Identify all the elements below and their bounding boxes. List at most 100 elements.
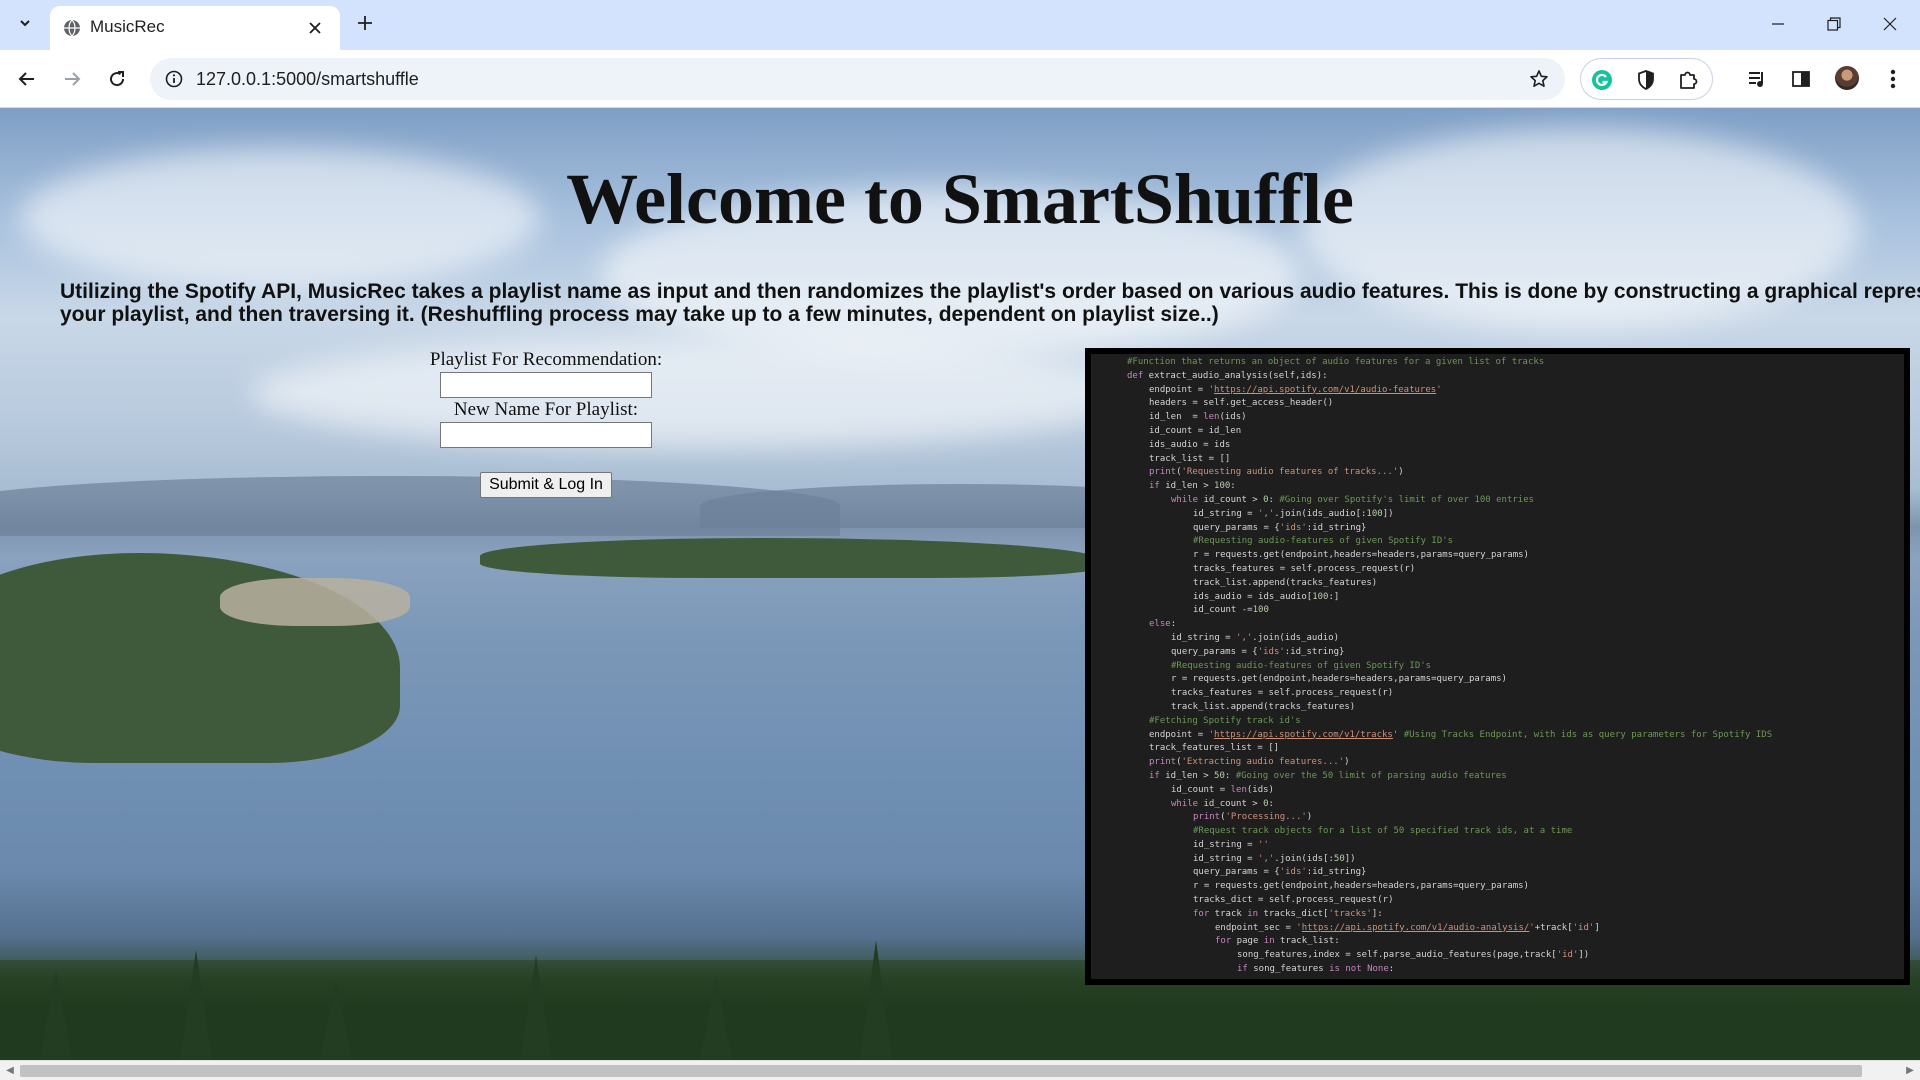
submit-login-button[interactable]: Submit & Log In <box>480 472 612 498</box>
restore-icon <box>1827 17 1841 31</box>
code-line: headers = self.get_access_header() <box>1149 398 1334 409</box>
background-tree <box>320 980 352 1060</box>
code-line: id_count = id_len <box>1149 425 1242 436</box>
code-line: id_string = ','.join(ids[:50]) <box>1193 853 1356 864</box>
close-icon[interactable] <box>302 15 328 41</box>
new-name-label: New Name For Playlist: <box>453 399 639 420</box>
playlist-form: Playlist For Recommendation: New Name Fo… <box>410 348 682 498</box>
code-line: else: <box>1149 619 1177 630</box>
code-line: track_list = [] <box>1149 453 1231 464</box>
code-line: if id_len > 50: #Going over the 50 limit… <box>1149 770 1507 781</box>
background-tree <box>40 970 72 1060</box>
plus-icon <box>357 15 373 36</box>
code-line: if song_features is not None: <box>1237 964 1395 975</box>
minimize-button[interactable] <box>1750 0 1806 48</box>
minimize-icon <box>1772 23 1784 25</box>
url-text[interactable]: 127.0.0.1:5000/smartshuffle <box>196 69 419 90</box>
code-line: tracks_features = self.process_request(r… <box>1171 688 1394 699</box>
new-name-input[interactable] <box>440 422 652 448</box>
arrow-right-icon <box>65 72 81 86</box>
code-line: endpoint_sec = 'https://api.spotify.com/… <box>1215 922 1600 933</box>
scroll-right-icon[interactable]: ▶ <box>1902 1063 1918 1079</box>
shield-icon[interactable] <box>1633 67 1659 93</box>
star-icon[interactable] <box>1527 67 1551 91</box>
description-line: Utilizing the Spotify API, MusicRec take… <box>60 280 1920 303</box>
code-line: tracks_dict = self.process_request(r) <box>1193 895 1394 906</box>
page-title: Welcome to SmartShuffle <box>566 159 1354 239</box>
scroll-left-icon[interactable]: ◀ <box>2 1063 18 1079</box>
code-line: #Requesting audio-features of given Spot… <box>1171 660 1432 671</box>
new-tab-button[interactable] <box>350 10 380 40</box>
page-description: Utilizing the Spotify API, MusicRec take… <box>60 280 1920 326</box>
background-cloud <box>250 338 1150 448</box>
code-line: track_features_list = [] <box>1149 743 1280 754</box>
code-line: track_list.append(tracks_features) <box>1193 577 1378 588</box>
code-line: endpoint = 'https://api.spotify.com/v1/t… <box>1149 729 1773 740</box>
playlist-input[interactable] <box>440 372 652 398</box>
forward-button[interactable] <box>56 63 88 95</box>
tab-search-button[interactable] <box>10 10 40 40</box>
tab-title: MusicRec <box>90 17 165 36</box>
side-panel-icon[interactable] <box>1786 64 1816 94</box>
background-cliff <box>220 578 410 626</box>
code-line: def extract_audio_analysis(self,ids): <box>1127 370 1328 381</box>
code-screenshot: #Function that returns an object of audi… <box>1085 348 1910 985</box>
code-line: while id_count > 0: <box>1171 798 1274 809</box>
kebab-menu-icon[interactable] <box>1878 64 1908 94</box>
background-tree <box>860 940 892 1060</box>
code-line: r = requests.get(endpoint,headers=header… <box>1171 674 1507 685</box>
active-tab[interactable]: MusicRec <box>50 6 340 50</box>
code-line: while id_count > 0: #Going over Spotify'… <box>1171 494 1535 505</box>
scrollbar-thumb[interactable] <box>20 1065 1862 1077</box>
description-line: your playlist, and then traversing it. (… <box>60 303 1219 326</box>
code-line: #Requesting audio-features of given Spot… <box>1193 536 1454 547</box>
profile-avatar[interactable] <box>1835 66 1859 90</box>
code-line: if id_len > 100: <box>1149 481 1236 492</box>
media-controls-icon[interactable] <box>1742 64 1772 94</box>
code-line: tracks_features = self.process_request(r… <box>1193 563 1416 574</box>
playlist-label: Playlist For Recommendation: <box>429 349 663 370</box>
background-tree <box>700 975 732 1060</box>
globe-icon <box>62 18 82 38</box>
code-line: r = requests.get(endpoint,headers=header… <box>1193 550 1529 561</box>
background-tree <box>180 950 212 1060</box>
info-icon[interactable] <box>162 67 186 91</box>
arrow-left-icon <box>18 72 34 86</box>
background-island <box>480 538 1100 578</box>
code-line: ids_audio = ids <box>1149 439 1231 450</box>
puzzle-icon[interactable] <box>1675 67 1701 93</box>
address-bar[interactable]: 127.0.0.1:5000/smartshuffle <box>150 58 1565 100</box>
code-line: song_features,index = self.parse_audio_f… <box>1237 950 1590 961</box>
close-window-button[interactable] <box>1862 0 1918 48</box>
page-viewport: Welcome to SmartShuffle Utilizing the Sp… <box>0 108 1920 1060</box>
close-window-icon <box>1883 17 1897 31</box>
code-line: for page in track_list: <box>1215 936 1340 947</box>
code-line: track_list.append(tracks_features) <box>1171 701 1356 712</box>
code-line: #Function that returns an object of audi… <box>1127 357 1545 367</box>
horizontal-scrollbar[interactable]: ◀ ▶ <box>0 1060 1920 1080</box>
code-line: endpoint = 'https://api.spotify.com/v1/a… <box>1149 384 1442 395</box>
background-tree <box>520 955 552 1060</box>
code-line: id_string = ','.join(ids_audio) <box>1171 632 1339 643</box>
code-line: query_params = {'ids':id_string} <box>1171 646 1345 657</box>
code-line: r = requests.get(endpoint,headers=header… <box>1193 881 1529 892</box>
code-line: query_params = {'ids':id_string} <box>1193 867 1367 878</box>
reload-button[interactable] <box>101 63 133 95</box>
code-line: print('Extracting audio features...') <box>1149 757 1350 768</box>
extensions-group <box>1580 58 1713 100</box>
code-line: print('Processing...') <box>1193 812 1313 823</box>
code-line: ids_audio = ids_audio[100:] <box>1193 591 1340 602</box>
code-line: #Request track objects for a list of 50 … <box>1193 826 1573 837</box>
tab-strip: MusicRec <box>0 0 1920 50</box>
restore-button[interactable] <box>1806 0 1862 48</box>
code-line: query_params = {'ids':id_string} <box>1193 522 1367 533</box>
code-lines: #Function that returns an object of audi… <box>1091 356 1904 977</box>
back-button[interactable] <box>11 63 43 95</box>
code-line: id_len = len(ids) <box>1149 412 1247 423</box>
grammarly-icon[interactable] <box>1589 67 1615 93</box>
browser-toolbar: 127.0.0.1:5000/smartshuffle <box>0 50 1920 108</box>
code-line: id_string = ','.join(ids_audio[:100]) <box>1193 508 1394 519</box>
code-line: #Fetching Spotify track id's <box>1149 715 1301 726</box>
code-line: id_string = '' <box>1193 839 1269 850</box>
code-line: for track in tracks_dict['tracks']: <box>1193 908 1383 919</box>
